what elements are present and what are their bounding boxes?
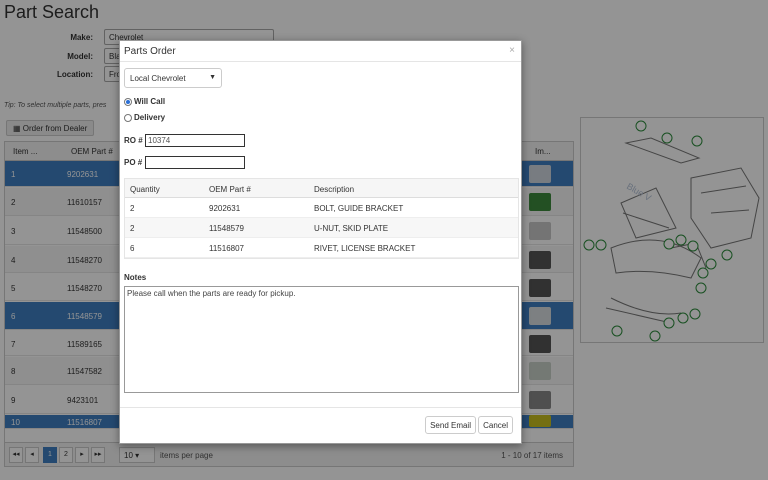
oem-cell: 11548579 <box>209 224 244 233</box>
table-row: 2 11548579 U-NUT, SKID PLATE <box>125 218 518 238</box>
modal-title: Parts Order <box>124 46 176 57</box>
delivery-option[interactable]: Delivery <box>124 113 165 122</box>
order-table-header: Quantity OEM Part # Description <box>125 179 518 198</box>
col-oem-header: OEM Part # <box>209 185 251 194</box>
dealer-value: Local Chevrolet <box>130 74 186 83</box>
send-email-button[interactable]: Send Email <box>425 416 476 434</box>
col-quantity-header: Quantity <box>130 185 160 194</box>
oem-cell: 9202631 <box>209 204 241 213</box>
description-cell: U-NUT, SKID PLATE <box>314 224 389 233</box>
delivery-radio[interactable] <box>124 113 132 122</box>
close-icon[interactable]: × <box>509 45 515 56</box>
will-call-radio[interactable] <box>124 97 132 106</box>
modal-header: Parts Order × <box>120 41 521 62</box>
modal-footer: Send Email Cancel <box>120 407 521 443</box>
oem-cell: 11516807 <box>209 244 244 253</box>
will-call-option[interactable]: Will Call <box>124 97 165 106</box>
ro-input[interactable]: 10374 <box>145 134 245 147</box>
col-description-header: Description <box>314 185 355 194</box>
ro-value: 10374 <box>148 136 171 145</box>
po-label: PO # <box>124 158 143 167</box>
quantity-cell: 2 <box>130 224 135 233</box>
table-row: 2 9202631 BOLT, GUIDE BRACKET <box>125 198 518 218</box>
description-cell: BOLT, GUIDE BRACKET <box>314 204 404 213</box>
delivery-label: Delivery <box>134 113 166 122</box>
notes-textarea[interactable]: Please call when the parts are ready for… <box>124 286 519 393</box>
caret-down-icon: ▼ <box>209 74 216 81</box>
quantity-cell: 2 <box>130 204 135 213</box>
ro-label: RO # <box>124 136 143 145</box>
dealer-select[interactable]: Local Chevrolet ▼ <box>124 68 222 88</box>
po-input[interactable] <box>145 156 245 169</box>
quantity-cell: 6 <box>130 244 135 253</box>
parts-order-dialog: Parts Order × Local Chevrolet ▼ Will Cal… <box>119 40 522 444</box>
table-row: 6 11516807 RIVET, LICENSE BRACKET <box>125 238 518 258</box>
order-parts-table: Quantity OEM Part # Description 2 920263… <box>124 178 519 259</box>
cancel-button[interactable]: Cancel <box>478 416 513 434</box>
notes-value: Please call when the parts are ready for… <box>127 289 296 298</box>
notes-label: Notes <box>124 273 147 282</box>
description-cell: RIVET, LICENSE BRACKET <box>314 244 416 253</box>
will-call-label: Will Call <box>134 97 166 106</box>
